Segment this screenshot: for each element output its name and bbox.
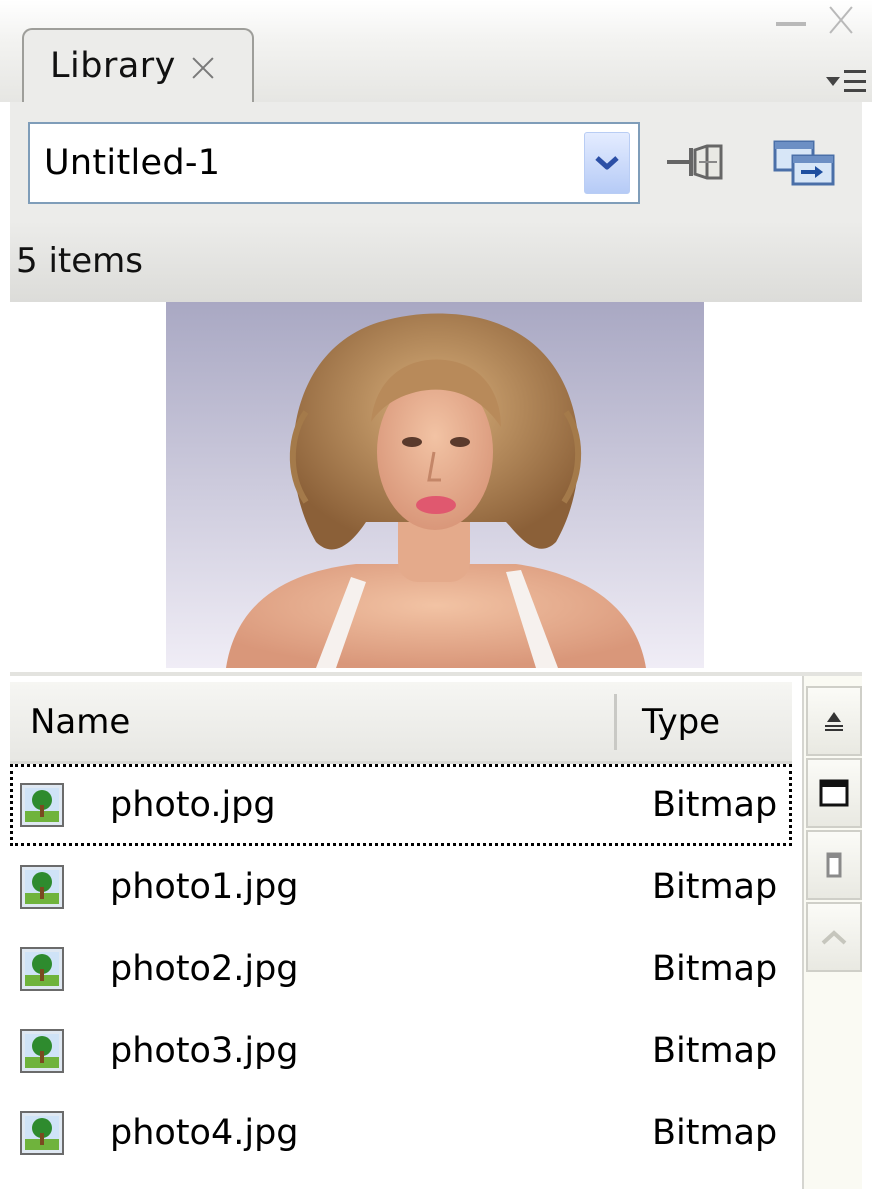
pin-library-icon	[667, 144, 723, 180]
sort-order-icon	[825, 712, 843, 731]
minimize-icon[interactable]	[776, 22, 806, 26]
menu-triangle-icon	[826, 76, 840, 86]
items-count-bar: 5 items	[10, 220, 862, 302]
close-icon[interactable]	[828, 7, 854, 33]
library-toolbar: Untitled-1 5 items	[10, 102, 862, 302]
list-item-name: photo1.jpg	[110, 867, 299, 907]
library-list: Name Type photo.jpg Bitmap photo1.jpg Bi…	[10, 676, 862, 1189]
sort-order-button[interactable]	[806, 686, 862, 756]
panel-titlebar: Library	[0, 0, 872, 102]
list-item-name: photo.jpg	[110, 785, 276, 825]
scroll-up-button[interactable]	[806, 902, 862, 972]
preview-pane	[10, 302, 862, 672]
new-library-panel-button[interactable]	[768, 136, 840, 188]
list-side-tools	[802, 676, 862, 1189]
panel-options-menu[interactable]	[804, 62, 866, 100]
document-select-value: Untitled-1	[44, 143, 221, 183]
scroll-up-icon	[821, 930, 847, 945]
list-item-name: photo3.jpg	[110, 1031, 299, 1071]
list-item-type: Bitmap	[652, 1113, 778, 1153]
column-divider[interactable]	[614, 694, 617, 750]
list-item-name: photo2.jpg	[110, 949, 299, 989]
list-rows: photo.jpg Bitmap photo1.jpg Bitmap photo…	[10, 764, 792, 1174]
list-item-type: Bitmap	[652, 949, 778, 989]
list-item[interactable]: photo1.jpg Bitmap	[10, 846, 792, 928]
narrow-state-button[interactable]	[806, 830, 862, 900]
narrow-state-icon	[826, 852, 842, 878]
wide-state-icon	[819, 779, 849, 807]
bitmap-icon	[20, 947, 64, 991]
menu-lines-icon	[844, 70, 866, 92]
list-item[interactable]: photo3.jpg Bitmap	[10, 1010, 792, 1092]
document-select[interactable]: Untitled-1	[28, 122, 640, 204]
list-item[interactable]: photo4.jpg Bitmap	[10, 1092, 792, 1174]
wide-state-button[interactable]	[806, 758, 862, 828]
bitmap-preview-image	[166, 302, 704, 668]
list-item-type: Bitmap	[652, 867, 778, 907]
column-header-type[interactable]: Type	[642, 702, 720, 742]
bitmap-icon	[20, 783, 64, 827]
bitmap-icon	[20, 1029, 64, 1073]
bitmap-icon	[20, 865, 64, 909]
list-item-type: Bitmap	[652, 785, 778, 825]
chevron-down-icon[interactable]	[584, 132, 630, 194]
tab-library-label: Library	[50, 46, 176, 86]
list-item-type: Bitmap	[652, 1031, 778, 1071]
list-item[interactable]: photo2.jpg Bitmap	[10, 928, 792, 1010]
pin-library-button[interactable]	[662, 136, 728, 188]
tab-close-icon[interactable]	[192, 57, 214, 79]
window-buttons	[776, 2, 854, 38]
new-library-panel-icon	[773, 140, 835, 186]
tab-library[interactable]: Library	[22, 28, 254, 102]
list-item-name: photo4.jpg	[110, 1113, 299, 1153]
bitmap-icon	[20, 1111, 64, 1155]
column-header-name[interactable]: Name	[30, 702, 130, 742]
list-item[interactable]: photo.jpg Bitmap	[10, 764, 792, 846]
list-header: Name Type	[10, 682, 792, 764]
items-count: 5 items	[16, 241, 143, 281]
